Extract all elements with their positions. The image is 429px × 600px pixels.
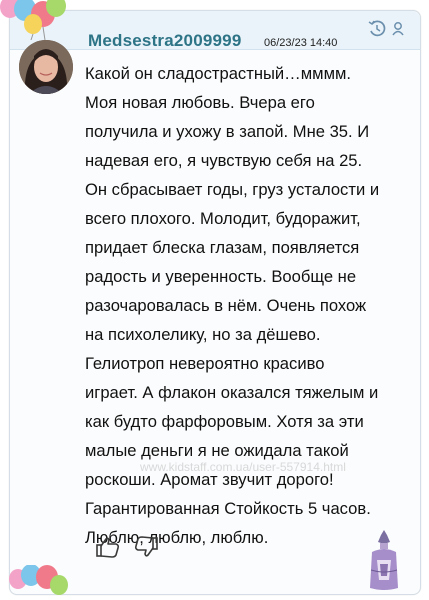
user-icon[interactable] xyxy=(392,22,404,36)
review-text: Какой он сладострастный…мммм. Моя новая … xyxy=(85,64,380,547)
watermark: www.kidstaff.com.ua/user-557914.html xyxy=(140,460,346,474)
review-username[interactable]: Medsestra2009999 xyxy=(88,31,241,51)
thumbs-down-icon[interactable] xyxy=(134,536,158,558)
perfume-bottle-icon xyxy=(370,530,398,590)
balloons-icon xyxy=(9,565,68,595)
header-icons xyxy=(368,20,404,37)
thumbs-up-icon[interactable] xyxy=(96,536,120,558)
history-icon[interactable] xyxy=(368,20,386,37)
avatar[interactable] xyxy=(19,40,73,94)
balloons-icon xyxy=(0,0,66,40)
review-timestamp: 06/23/23 14:40 xyxy=(264,37,338,49)
